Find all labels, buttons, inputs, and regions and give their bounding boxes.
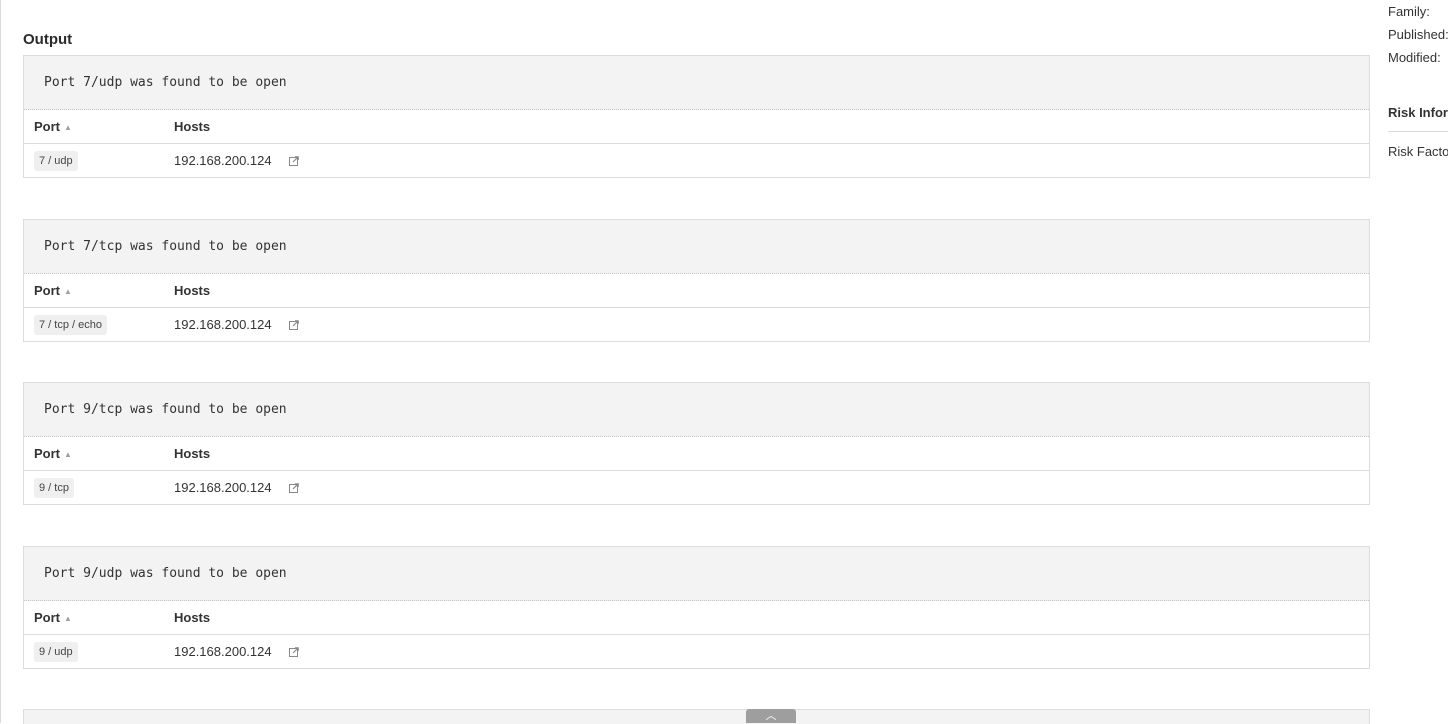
port-badge: 9 / udp <box>34 641 78 662</box>
output-block: Port 7/udp was found to be open Port ▲ Ho… <box>23 55 1370 178</box>
scroll-to-top-button[interactable]: ︿ <box>746 709 796 723</box>
port-column-header[interactable]: Port ▲ <box>24 110 174 144</box>
port-header-label: Port <box>34 446 60 461</box>
port-cell: 7 / udp <box>24 144 174 178</box>
table-row: 7 / udp 192.168.200.124 <box>24 144 1369 178</box>
hosts-column-header: Hosts <box>174 110 1369 144</box>
port-table: Port ▲ Hosts 9 / tcp 192.168.200.124 <box>24 437 1369 504</box>
external-link-icon[interactable] <box>289 647 300 657</box>
port-badge: 7 / tcp / echo <box>34 314 107 335</box>
sort-ascending-icon: ▲ <box>64 614 72 623</box>
port-table: Port ▲ Hosts 7 / udp 192.168.200.124 <box>24 110 1369 177</box>
port-cell: 7 / tcp / echo <box>24 308 174 342</box>
output-block <box>23 709 1370 724</box>
published-label: Published: <box>1388 27 1448 42</box>
family-label: Family: <box>1388 4 1430 19</box>
risk-information-heading: Risk Infor <box>1388 105 1448 120</box>
sort-ascending-icon: ▲ <box>64 450 72 459</box>
sort-ascending-icon: ▲ <box>64 123 72 132</box>
table-row: 9 / udp 192.168.200.124 <box>24 635 1369 669</box>
hosts-cell: 192.168.200.124 <box>174 308 1369 342</box>
host-link[interactable]: 192.168.200.124 <box>174 317 272 332</box>
external-link-icon[interactable] <box>289 320 300 330</box>
host-link[interactable]: 192.168.200.124 <box>174 644 272 659</box>
hosts-column-header: Hosts <box>174 274 1369 308</box>
external-link-icon[interactable] <box>289 156 300 166</box>
port-table: Port ▲ Hosts 9 / udp 192.168.200.124 <box>24 601 1369 668</box>
modified-label: Modified: <box>1388 50 1441 65</box>
table-header-row: Port ▲ Hosts <box>24 437 1369 471</box>
port-cell: 9 / udp <box>24 635 174 669</box>
frame-border <box>0 0 1 723</box>
external-link-icon[interactable] <box>289 483 300 493</box>
port-column-header[interactable]: Port ▲ <box>24 601 174 635</box>
hosts-cell: 192.168.200.124 <box>174 144 1369 178</box>
port-cell: 9 / tcp <box>24 471 174 505</box>
table-header-row: Port ▲ Hosts <box>24 601 1369 635</box>
risk-factor-label: Risk Facto <box>1388 144 1448 159</box>
host-link[interactable]: 192.168.200.124 <box>174 153 272 168</box>
host-link[interactable]: 192.168.200.124 <box>174 480 272 495</box>
hosts-column-header: Hosts <box>174 601 1369 635</box>
plugin-output-section: Output Port 7/udp was found to be open P… <box>23 0 1370 724</box>
table-row: 7 / tcp / echo 192.168.200.124 <box>24 308 1369 342</box>
hosts-column-header: Hosts <box>174 437 1369 471</box>
sort-ascending-icon: ▲ <box>64 287 72 296</box>
hosts-cell: 192.168.200.124 <box>174 635 1369 669</box>
port-table: Port ▲ Hosts 7 / tcp / echo 192.168.200.1… <box>24 274 1369 341</box>
port-column-header[interactable]: Port ▲ <box>24 274 174 308</box>
output-block: Port 7/tcp was found to be open Port ▲ Ho… <box>23 219 1370 342</box>
port-header-label: Port <box>34 119 60 134</box>
output-block: Port 9/tcp was found to be open Port ▲ Ho… <box>23 382 1370 505</box>
port-badge: 7 / udp <box>34 150 78 171</box>
output-text: Port 9/udp was found to be open <box>24 547 1369 601</box>
chevron-up-icon: ︿ <box>765 710 777 722</box>
port-header-label: Port <box>34 283 60 298</box>
plugin-details-panel: Family: Published: Modified: Risk Infor … <box>1388 0 1448 723</box>
output-block: Port 9/udp was found to be open Port ▲ Ho… <box>23 546 1370 669</box>
section-title: Output <box>23 31 73 48</box>
output-text: Port 7/tcp was found to be open <box>24 220 1369 274</box>
table-header-row: Port ▲ Hosts <box>24 110 1369 144</box>
output-text: Port 9/tcp was found to be open <box>24 383 1369 437</box>
table-row: 9 / tcp 192.168.200.124 <box>24 471 1369 505</box>
port-column-header[interactable]: Port ▲ <box>24 437 174 471</box>
table-header-row: Port ▲ Hosts <box>24 274 1369 308</box>
output-text: Port 7/udp was found to be open <box>24 56 1369 110</box>
hosts-cell: 192.168.200.124 <box>174 471 1369 505</box>
divider <box>1388 131 1448 132</box>
port-header-label: Port <box>34 610 60 625</box>
port-badge: 9 / tcp <box>34 477 74 498</box>
